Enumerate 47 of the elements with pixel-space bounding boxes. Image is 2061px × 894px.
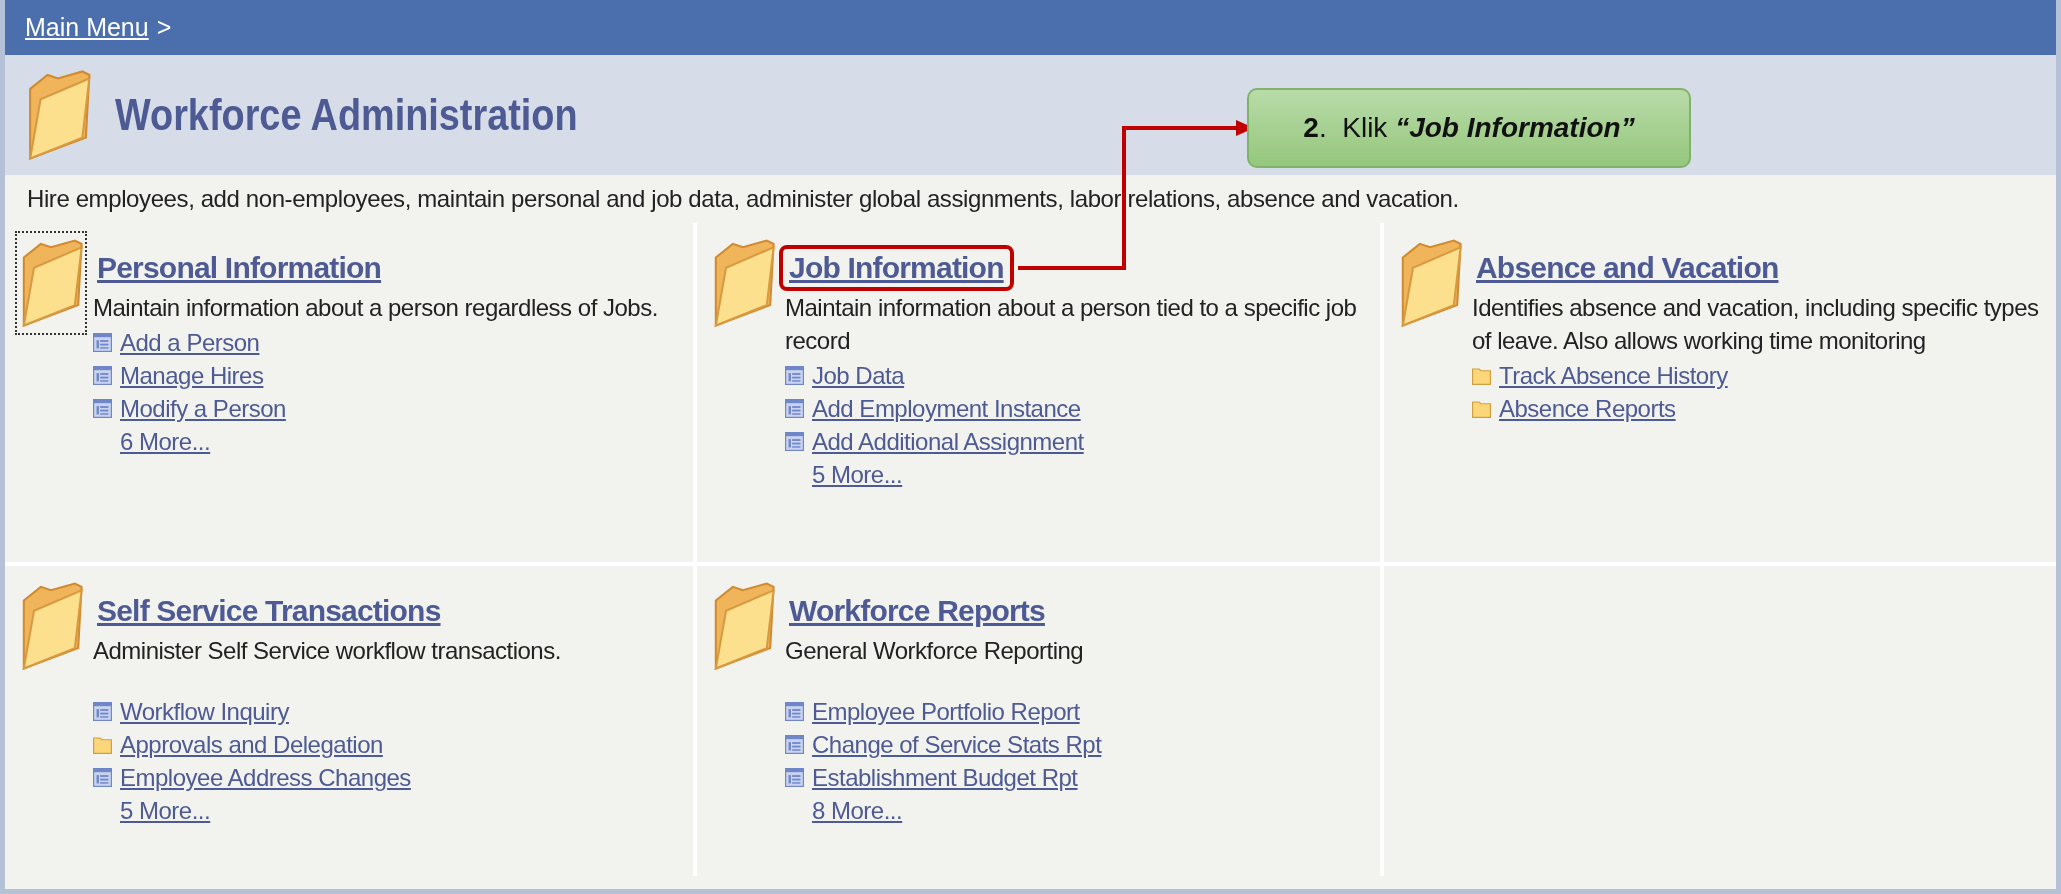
- section-description: General Workforce Reporting: [785, 636, 1085, 666]
- folder-icon: [93, 735, 112, 754]
- menu-link[interactable]: Workflow Inquiry: [120, 697, 289, 726]
- menu-link[interactable]: Change of Service Stats Rpt: [812, 730, 1102, 759]
- more-link[interactable]: 8 More...: [812, 796, 903, 825]
- menu-link[interactable]: Add Employment Instance: [812, 394, 1081, 423]
- section-description: Administer Self Service workflow transactions.: [93, 636, 561, 666]
- menu-link[interactable]: Employee Address Changes: [120, 763, 411, 792]
- section-title-link[interactable]: Workforce Reports: [779, 588, 1055, 634]
- page-icon: [93, 399, 112, 418]
- page-icon: [93, 702, 112, 721]
- section-title-link[interactable]: Personal Information: [87, 245, 392, 291]
- menu-link[interactable]: Add Additional Assignment: [812, 427, 1084, 456]
- section-description: Identifies absence and vacation, including specific types of leave. Also allows working time monitoring: [1472, 293, 2040, 356]
- menu-link[interactable]: Job Data: [812, 361, 905, 390]
- section-description: Maintain information about a person tied to a specific job record: [785, 293, 1358, 356]
- menu-link[interactable]: Absence Reports: [1499, 394, 1676, 423]
- more-link[interactable]: 6 More...: [120, 427, 211, 456]
- page-icon: [93, 366, 112, 385]
- menu-link[interactable]: Employee Portfolio Report: [812, 697, 1080, 726]
- page-icon: [93, 333, 112, 352]
- section-title-link[interactable]: Self Service Transactions: [87, 588, 451, 634]
- section-title-link[interactable]: Absence and Vacation: [1466, 245, 1789, 291]
- folder-icon: [1472, 366, 1491, 385]
- section-description: Maintain information about a person regardless of Jobs.: [93, 293, 658, 323]
- page-description: Hire employees, add non-employees, maintain personal and job data, administer global assignments, labor relations, absence and vacation.: [26, 184, 1460, 214]
- menu-link[interactable]: Modify a Person: [120, 394, 286, 423]
- page-icon: [785, 399, 804, 418]
- page-icon: [785, 702, 804, 721]
- page-icon: [785, 735, 804, 754]
- page-icon: [785, 432, 804, 451]
- page-title: Workforce Administration: [115, 90, 578, 140]
- page-icon: [785, 366, 804, 385]
- menu-link[interactable]: Approvals and Delegation: [120, 730, 383, 759]
- folder-icon: [1472, 399, 1491, 418]
- more-link[interactable]: 5 More...: [812, 460, 903, 489]
- instruction-callout: 2. Klik “Job Information”: [1247, 88, 1691, 168]
- section-title-link[interactable]: Job Information: [779, 245, 1014, 291]
- menu-link[interactable]: Establishment Budget Rpt: [812, 763, 1078, 792]
- page-icon: [93, 768, 112, 787]
- more-link[interactable]: 5 More...: [120, 796, 211, 825]
- breadcrumb-separator: >: [156, 13, 172, 42]
- menu-link[interactable]: Track Absence History: [1499, 361, 1728, 390]
- page-icon: [785, 768, 804, 787]
- menu-link[interactable]: Add a Person: [120, 328, 260, 357]
- main-menu-link[interactable]: Main Menu: [25, 13, 149, 42]
- menu-link[interactable]: Manage Hires: [120, 361, 264, 390]
